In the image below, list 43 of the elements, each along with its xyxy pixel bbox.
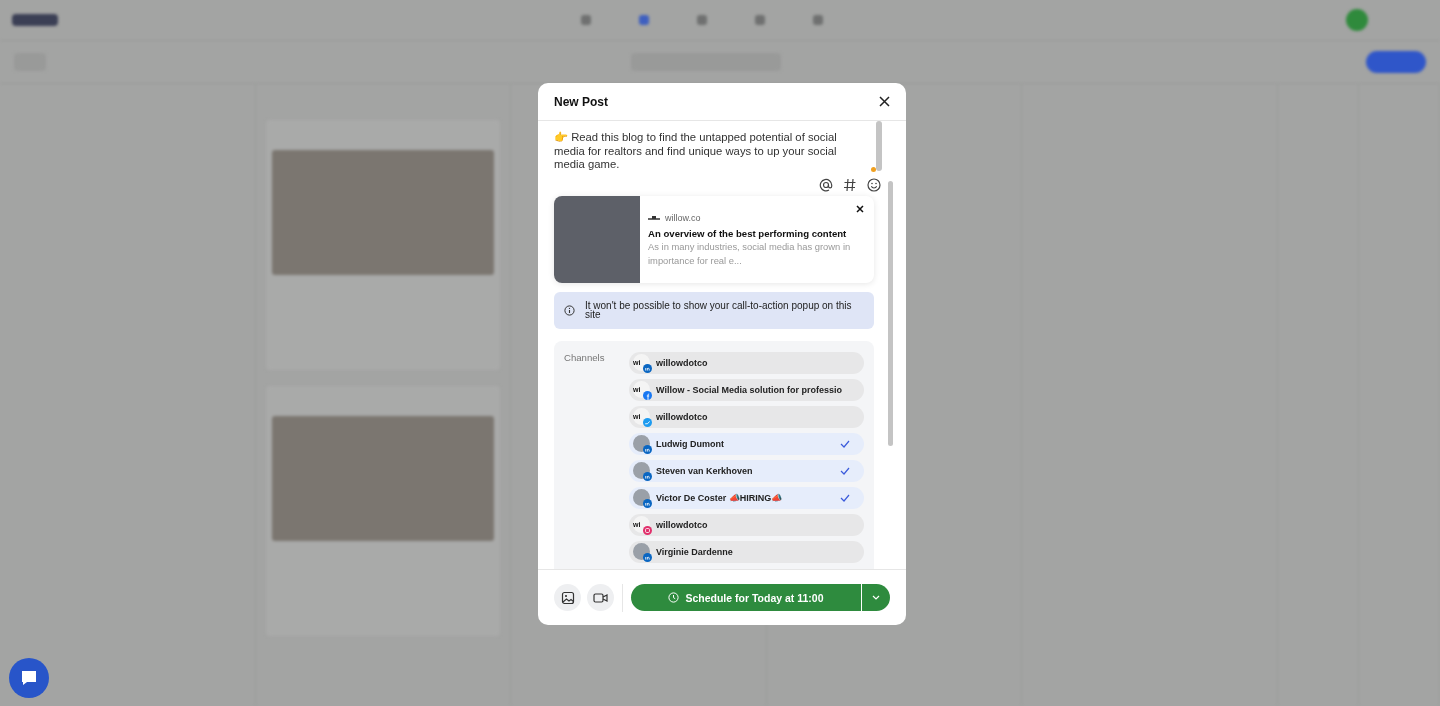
clock-icon <box>668 592 680 603</box>
link-description: As in many industries, social media has grown in importance for real e... <box>648 239 852 268</box>
close-icon <box>879 96 890 107</box>
network-badge-icon <box>643 472 652 481</box>
mention-icon[interactable] <box>819 177 833 192</box>
video-camera-icon <box>593 591 608 604</box>
scrollbar-thumb[interactable] <box>888 181 893 446</box>
dialog-title: New Post <box>554 94 608 109</box>
link-domain: willow.co <box>665 212 701 223</box>
network-badge-icon <box>643 445 652 454</box>
check-icon <box>840 439 850 448</box>
check-icon <box>840 466 850 475</box>
channel-item[interactable]: Steven van Kerkhoven <box>629 459 864 482</box>
info-icon <box>564 304 575 316</box>
check-icon <box>840 493 850 502</box>
image-icon <box>560 590 575 605</box>
remove-preview-button[interactable] <box>856 204 864 213</box>
add-image-button[interactable] <box>554 584 581 611</box>
channel-item[interactable]: Ludwig Dumont <box>629 432 864 455</box>
status-dot-icon <box>871 167 876 172</box>
schedule-button[interactable]: Schedule for Today at 11:00 <box>631 584 861 611</box>
chat-bubble-icon <box>19 668 39 688</box>
network-badge-icon <box>643 391 652 400</box>
schedule-options-button[interactable] <box>862 584 890 611</box>
network-badge-icon <box>643 364 652 373</box>
chat-button[interactable] <box>9 658 49 698</box>
network-badge-icon <box>643 418 652 427</box>
network-badge-icon <box>643 553 652 562</box>
channels-label: Channels <box>564 351 606 365</box>
channel-item[interactable]: Victor De Coster 📣HIRING📣 <box>629 486 864 509</box>
logo-icon <box>648 214 660 221</box>
chevron-down-icon <box>872 595 880 600</box>
link-title: An overview of the best performing content <box>648 227 848 239</box>
emoji-icon[interactable] <box>867 177 881 192</box>
channel-item[interactable]: Virginie Dardenne <box>629 540 864 563</box>
close-icon <box>856 204 864 213</box>
notice-text: It won't be possible to show your call-to-action popup on this site <box>585 300 853 320</box>
post-text[interactable]: 👉 Read this blog to find the untapped potential of social media for realtors and find unique ways to up your social media game. <box>554 131 868 172</box>
close-button[interactable] <box>879 96 890 107</box>
network-badge-icon <box>643 526 652 535</box>
add-video-button[interactable] <box>587 584 614 611</box>
network-badge-icon <box>643 499 652 508</box>
hashtag-icon[interactable] <box>843 177 857 192</box>
